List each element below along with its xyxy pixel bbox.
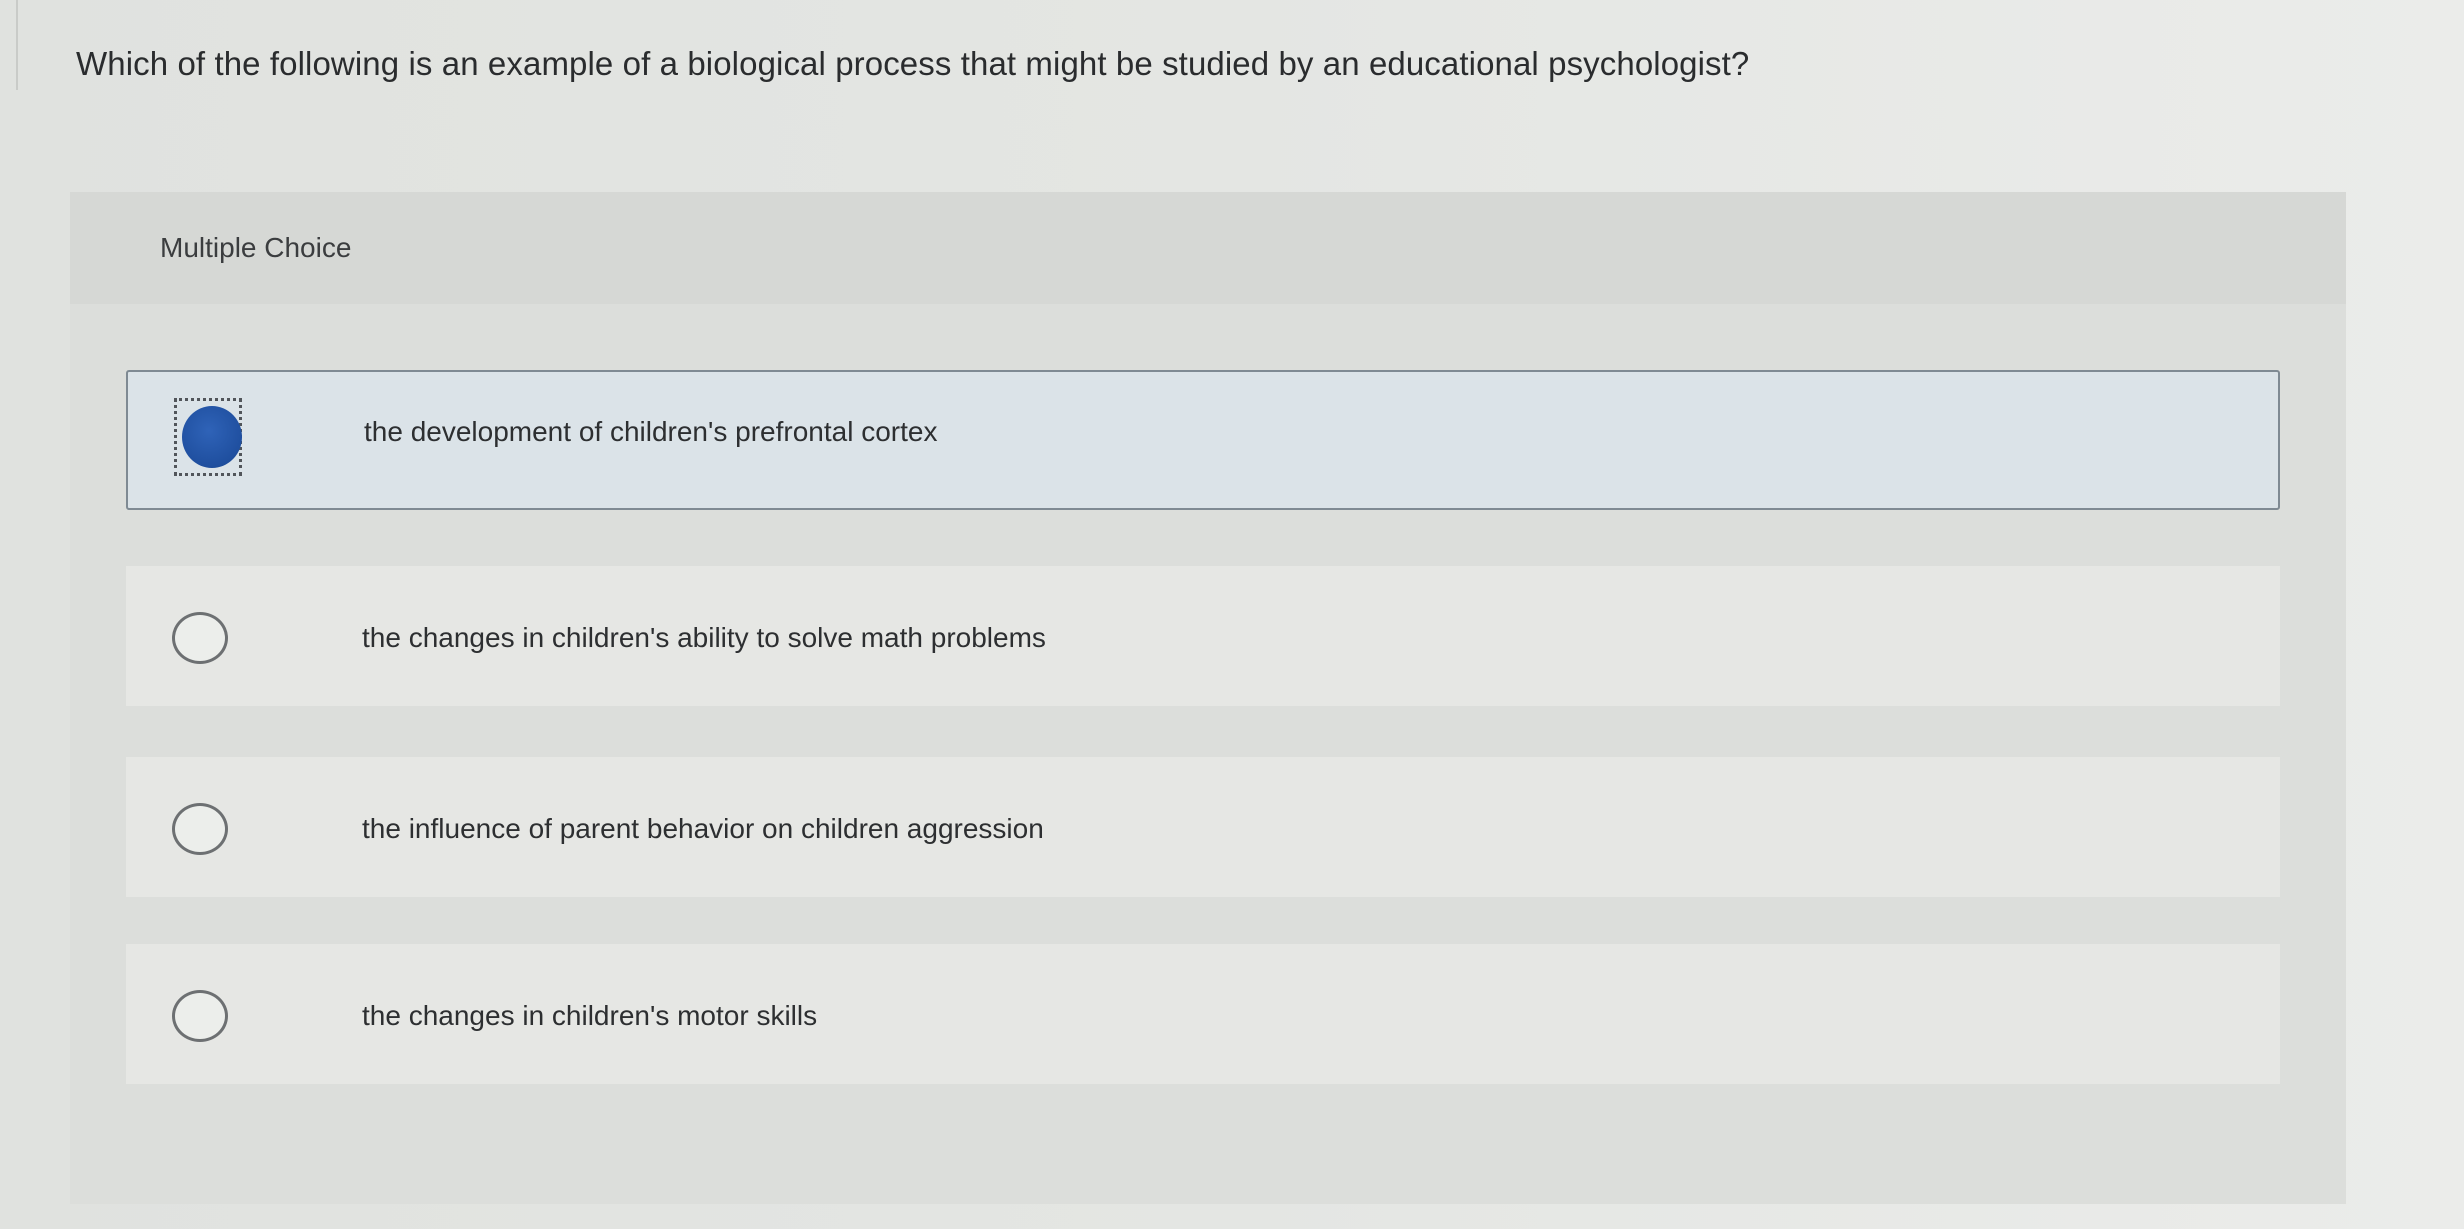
answer-option-1[interactable]: the development of children's prefrontal… [126, 370, 2280, 510]
answer-option-label: the influence of parent behavior on chil… [362, 813, 1044, 844]
question-type-label: Multiple Choice [160, 232, 352, 263]
radio-unselected-icon[interactable] [172, 990, 228, 1042]
multiple-choice-panel: Multiple Choice the development of child… [70, 192, 2346, 1204]
left-edge-divider [0, 0, 18, 90]
page: Which of the following is an example of … [0, 0, 2464, 1229]
radio-selected-icon[interactable] [182, 406, 242, 468]
answer-option-3[interactable]: the influence of parent behavior on chil… [126, 757, 2280, 897]
answer-option-label: the changes in children's motor skills [362, 1000, 818, 1031]
panel-header: Multiple Choice [70, 192, 2346, 304]
answer-option-2[interactable]: the changes in children's ability to sol… [126, 566, 2280, 706]
answer-option-label: the development of children's prefrontal… [364, 416, 938, 447]
answer-option-4[interactable]: the changes in children's motor skills [126, 944, 2280, 1084]
radio-unselected-icon[interactable] [172, 803, 228, 855]
radio-unselected-icon[interactable] [172, 612, 228, 664]
answer-option-label: the changes in children's ability to sol… [362, 622, 1046, 653]
question-text: Which of the following is an example of … [76, 45, 1750, 82]
